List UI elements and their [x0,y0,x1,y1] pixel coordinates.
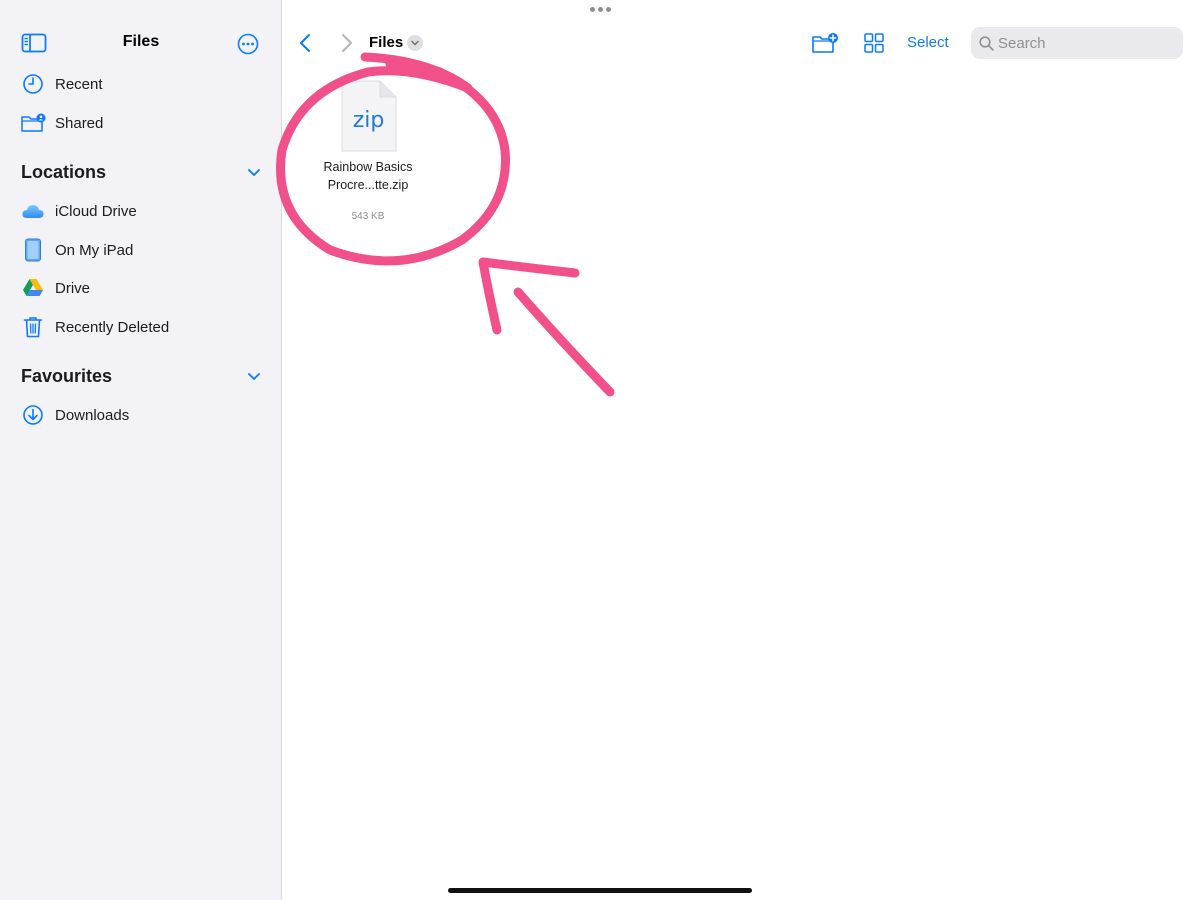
section-title-favourites: Favourites [21,366,113,386]
grid-view-icon[interactable] [863,32,885,54]
sidebar-item-drive[interactable]: Drive [0,269,282,307]
sidebar-item-label: Recent [55,75,103,93]
sidebar-item-label: Recently Deleted [55,318,170,336]
ipad-icon [20,237,46,263]
sidebar-item-recent[interactable]: Recent [0,65,282,103]
file-item[interactable]: zip Rainbow Basics Procre...tte.zip 543 … [302,78,434,228]
new-folder-icon[interactable] [810,30,840,56]
file-name-line-2: Procre...tte.zip [327,178,409,192]
chevron-down-icon[interactable] [246,368,262,384]
sidebar-item-icloud-drive[interactable]: iCloud Drive [0,192,282,230]
file-name-line-1: Rainbow Basics [323,160,413,174]
select-button[interactable]: Select [907,34,949,51]
search-placeholder: Search [998,35,1046,52]
back-chevron-icon[interactable] [296,32,314,54]
search-icon [978,35,994,51]
home-indicator[interactable] [448,888,752,893]
file-type-label: zip [352,108,385,133]
folder-title[interactable]: Files [369,34,403,51]
sidebar-item-label: On My iPad [55,241,134,259]
sidebar-item-on-my-ipad[interactable]: On My iPad [0,231,282,269]
sidebar-item-label: Shared [55,114,104,132]
multitasking-handle[interactable] [590,7,611,12]
chevron-down-icon[interactable] [407,35,423,51]
sidebar: Files Recent Shared Locations iCloud Dri… [0,0,282,900]
main-content: Files Select Search zip Rainbow Basics P… [282,0,1200,900]
zip-file-icon: zip [340,80,397,152]
chevron-down-icon[interactable] [246,164,262,180]
sidebar-item-label: Downloads [55,406,130,424]
file-size: 543 KB [351,211,385,222]
search-field[interactable]: Search [971,27,1183,59]
sidebar-item-downloads[interactable]: Downloads [0,396,282,434]
clock-icon [20,71,46,97]
shared-folder-icon [20,110,46,136]
forward-chevron-icon[interactable] [338,32,356,54]
sidebar-item-recently-deleted[interactable]: Recently Deleted [0,308,282,346]
download-icon [20,402,46,428]
sidebar-item-label: Drive [55,279,91,297]
section-title-locations: Locations [21,162,107,182]
icloud-icon [20,198,46,224]
google-drive-icon [20,275,46,301]
sidebar-item-label: iCloud Drive [55,202,137,220]
sidebar-item-shared[interactable]: Shared [0,104,282,142]
trash-icon [20,314,46,340]
file-name: Rainbow Basics Procre...tte.zip [302,158,434,194]
more-options-icon[interactable] [236,32,260,56]
